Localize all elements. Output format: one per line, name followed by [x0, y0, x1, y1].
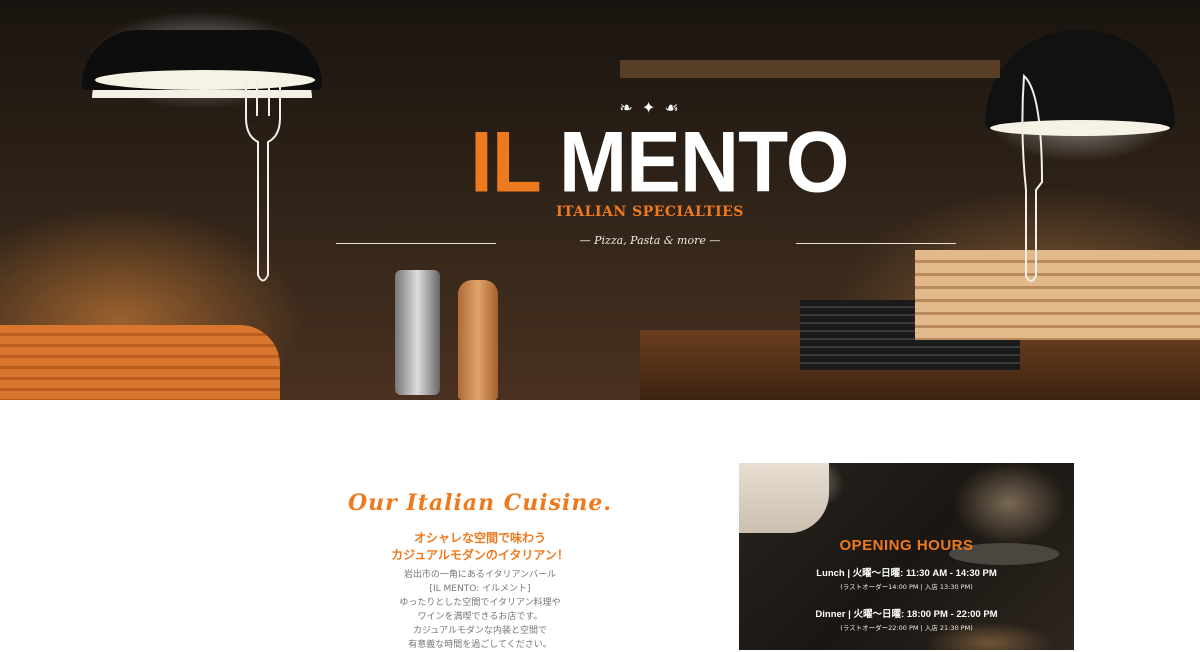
chef-photo-arm — [739, 463, 829, 533]
divider-left — [336, 243, 496, 244]
description-line: カジュアルモダンな内装と空間で — [412, 626, 548, 636]
site-logo[interactable]: IL MENTO — [470, 114, 870, 211]
catchcopy-line-1: オシャレな空間で味わう — [413, 531, 546, 545]
catchcopy-line-2: カジュアルモダンのイタリアン！ — [391, 548, 569, 562]
description-line: 岩出市の一角にあるイタリアンバール — [403, 570, 557, 580]
lunch-note: (ラストオーダー14:00 PM | 入店 13:30 PM) — [840, 583, 973, 591]
description-line: ゆったりとした空間でイタリアン料理や — [399, 598, 561, 608]
description-line: ワインを満喫できるお店です。 — [417, 612, 543, 622]
cuisine-heading: Our Italian Cuisine. — [348, 490, 612, 516]
logo-il: IL — [470, 114, 542, 211]
dinner-note: (ラストオーダー22:00 PM | 入店 21:30 PM) — [840, 624, 973, 632]
opening-hours-card: OPENING HOURS Lunch | 火曜〜日曜: 11:30 AM - … — [739, 463, 1074, 650]
dinner-hours: Dinner | 火曜〜日曜: 18:00 PM - 22:00 PM — [815, 609, 998, 620]
subtagline: — Pizza, Pasta & more — — [579, 234, 721, 247]
tagline: ITALIAN SPECIALTIES — [556, 204, 744, 220]
logo-mento: MENTO — [558, 114, 850, 211]
divider-right — [796, 243, 956, 244]
cuisine-description: 岩出市の一角にあるイタリアンバール [IL MENTO: イルメント] ゆったり… — [320, 568, 640, 652]
cuisine-catchcopy: オシャレな空間で味わう カジュアルモダンのイタリアン！ — [320, 530, 640, 564]
opening-hours-title: OPENING HOURS — [839, 537, 974, 554]
lunch-hours: Lunch | 火曜〜日曜: 11:30 AM - 14:30 PM — [816, 568, 997, 579]
description-line: [IL MENTO: イルメント] — [429, 584, 531, 594]
logo-ornament: ❧ ✦ ☙ — [619, 98, 681, 117]
hero-banner: ❧ ✦ ☙ IL MENTO ITALIAN SPECIALTIES — Pizz… — [0, 0, 1200, 400]
